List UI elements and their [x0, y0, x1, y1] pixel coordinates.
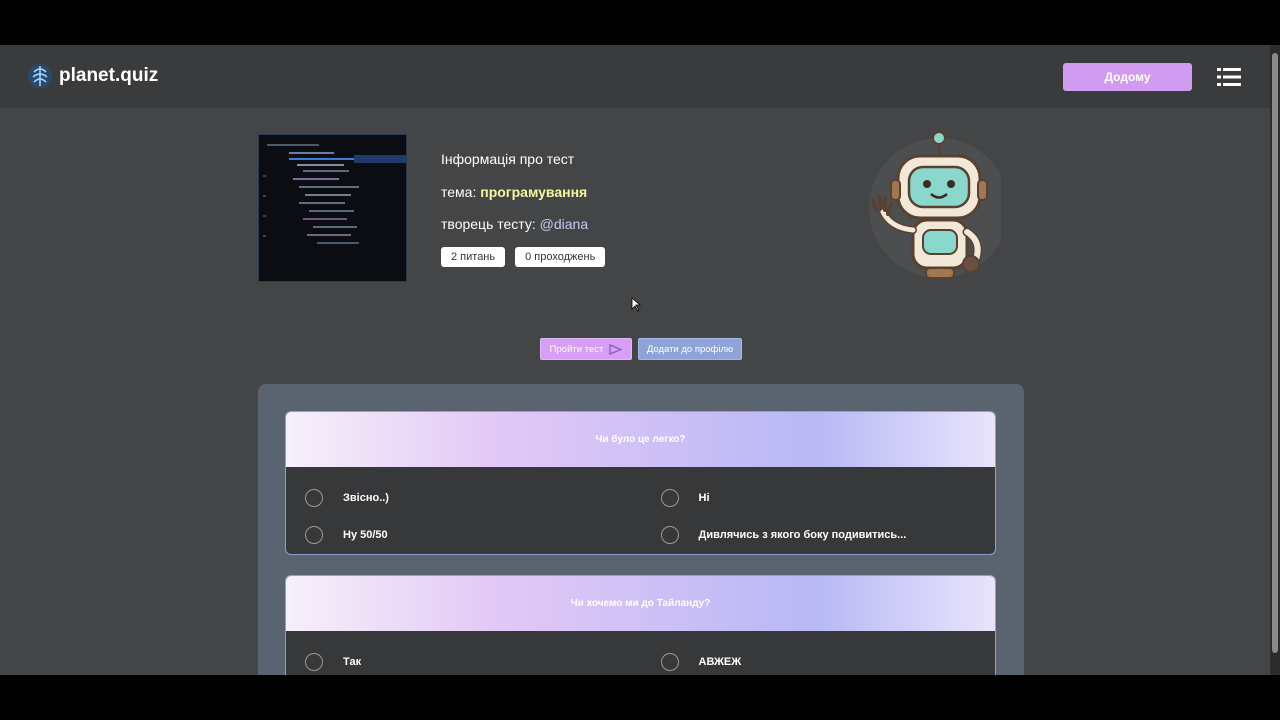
question-options: Так АВЖЕЖ — [286, 631, 995, 675]
option-label: Ні — [698, 491, 710, 504]
play-icon — [609, 343, 623, 355]
info-heading: Інформація про тест — [441, 151, 575, 167]
creator-link[interactable]: @diana — [540, 216, 588, 232]
option-label: Так — [343, 655, 362, 668]
option-label: Звісно..) — [343, 491, 389, 504]
scrollbar-thumb[interactable] — [1272, 53, 1278, 653]
option-item[interactable]: Звісно..) — [305, 479, 641, 516]
radio-button[interactable] — [660, 525, 679, 544]
option-item[interactable]: Ні — [641, 479, 977, 516]
logo-text: planet.quiz — [59, 65, 159, 86]
creator-line: творець тесту: @diana — [441, 216, 588, 249]
robot-mascot-icon — [869, 131, 1001, 279]
question-title: Чи хочемо ми до Тайланду? — [286, 576, 995, 631]
creator-prefix: творець тесту: — [441, 216, 540, 232]
radio-button[interactable] — [305, 652, 323, 671]
question-options: Звісно..) Ні Ну 50/50 Дивлячись з якого … — [286, 467, 995, 553]
topic-prefix: тема: — [441, 183, 481, 200]
add-to-profile-label: Додати до профілю — [646, 343, 734, 355]
page-viewport: planet.quiz Додому Інформація про тест т… — [0, 45, 1280, 675]
take-quiz-label: Пройти тест — [549, 343, 604, 355]
top-header: planet.quiz Додому — [0, 45, 1270, 108]
code-screenshot-icon — [259, 135, 406, 281]
questions-panel: Чи було це легко? Звісно..) Ні Ну 50/50 … — [258, 384, 1024, 675]
brain-logo-icon — [28, 64, 52, 88]
option-item[interactable]: АВЖЕЖ — [641, 643, 977, 675]
topic-line: тема: програмування — [441, 184, 588, 217]
option-label: АВЖЕЖ — [698, 655, 742, 668]
mouse-cursor-icon — [631, 297, 641, 312]
list-menu-icon[interactable] — [1217, 67, 1241, 87]
logo[interactable]: planet.quiz — [27, 63, 158, 89]
questions-count-badge: 2 питань — [441, 247, 506, 267]
home-button[interactable]: Додому — [1063, 63, 1192, 91]
scrollbar[interactable] — [1270, 45, 1280, 675]
radio-button[interactable] — [305, 488, 323, 507]
option-item[interactable]: Дивлячись з якого боку подивитись... — [641, 516, 977, 553]
radio-button[interactable] — [660, 652, 679, 671]
radio-button[interactable] — [660, 488, 679, 507]
quiz-cover-image — [258, 134, 407, 282]
question-card: Чи хочемо ми до Тайланду? Так АВЖЕЖ — [285, 575, 996, 675]
option-item[interactable]: Ну 50/50 — [305, 516, 641, 553]
option-label: Ну 50/50 — [343, 528, 388, 541]
question-card: Чи було це легко? Звісно..) Ні Ну 50/50 … — [285, 411, 996, 555]
topic-value: програмування — [480, 183, 588, 200]
attempts-count-badge: 0 проходжень — [515, 247, 606, 267]
add-to-profile-button[interactable]: Додати до профілю — [638, 338, 742, 360]
quiz-stats: 2 питань 0 проходжень — [441, 247, 606, 267]
option-item[interactable]: Так — [305, 643, 641, 675]
radio-button[interactable] — [305, 525, 323, 544]
question-title: Чи було це легко? — [286, 412, 995, 467]
option-label: Дивлячись з якого боку подивитись... — [698, 528, 907, 541]
quiz-info: Інформація про тест тема: програмування … — [441, 151, 588, 249]
take-quiz-button[interactable]: Пройти тест — [540, 338, 632, 360]
